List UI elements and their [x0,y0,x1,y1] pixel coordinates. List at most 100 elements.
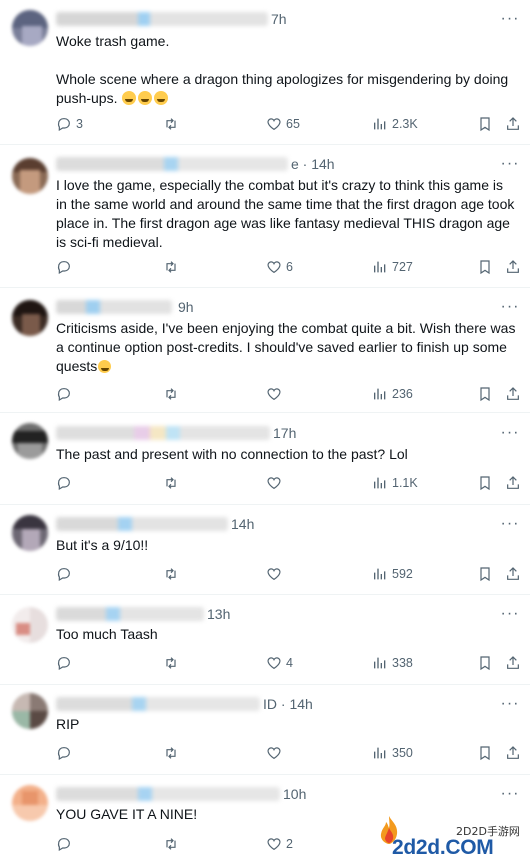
like-button[interactable] [266,473,286,493]
bookmark-icon [480,746,490,761]
tweet-text: The past and present with no connection … [56,446,408,462]
bookmark-button[interactable] [477,384,493,404]
tweet[interactable]: 7h ··· Woke trash game. Whole scene wher… [0,0,530,145]
more-options-icon[interactable]: ··· [501,154,519,174]
views-button[interactable]: 727 [372,257,413,277]
tweet-text: Woke trash game. Whole scene where a dra… [56,33,509,106]
reply-button[interactable] [56,384,76,404]
share-button[interactable] [505,384,521,404]
share-button[interactable] [505,114,521,134]
share-button[interactable] [505,653,521,673]
repost-icon [166,657,176,669]
share-button[interactable] [505,564,521,584]
like-button[interactable]: 6 [266,257,293,277]
reply-button[interactable] [56,257,76,277]
reply-icon [57,477,70,491]
username-redacted[interactable] [56,426,270,440]
tweet[interactable]: 13h ··· Too much Taash 4 338 [0,595,530,685]
share-button[interactable] [505,743,521,763]
like-button[interactable] [266,564,286,584]
like-button[interactable] [266,743,286,763]
repost-button[interactable] [163,114,183,134]
avatar[interactable] [12,10,48,46]
avatar[interactable] [12,607,48,643]
more-options-icon[interactable]: ··· [501,784,519,804]
username-redacted[interactable] [56,300,172,314]
timestamp[interactable]: ID · 14h [263,696,313,712]
share-button[interactable] [505,473,521,493]
repost-button[interactable] [163,653,183,673]
bookmark-button[interactable] [477,473,493,493]
more-options-icon[interactable]: ··· [501,9,519,29]
avatar[interactable] [12,693,48,729]
username-redacted[interactable] [56,12,268,26]
more-options-icon[interactable]: ··· [501,423,519,443]
avatar[interactable] [12,515,48,551]
timestamp[interactable]: 17h [273,425,296,441]
like-button[interactable]: 65 [266,114,300,134]
timestamp[interactable]: 9h [178,299,194,315]
tweet[interactable]: 17h ··· The past and present with no con… [0,413,530,505]
username-redacted[interactable] [56,697,260,711]
repost-button[interactable] [163,257,183,277]
repost-button[interactable] [163,384,183,404]
repost-button[interactable] [163,743,183,763]
tweet[interactable]: e · 14h ··· I love the game, especially … [0,145,530,288]
repost-button[interactable] [163,564,183,584]
view-count: 592 [392,567,413,581]
like-button[interactable]: 4 [266,653,293,673]
bookmark-button[interactable] [477,257,493,277]
tweet-text: RIP [56,716,80,732]
more-options-icon[interactable]: ··· [501,694,519,714]
repost-button[interactable] [163,473,183,493]
share-button[interactable] [505,257,521,277]
views-chart-icon [374,657,386,669]
bookmark-icon [480,117,490,132]
reply-button[interactable]: 3 [56,114,83,134]
tweet-header: e · 14h [56,154,490,174]
like-button[interactable]: 2 [266,834,293,854]
views-button[interactable]: 236 [372,384,413,404]
username-redacted[interactable] [56,787,280,801]
avatar[interactable] [12,785,48,821]
bookmark-button[interactable] [477,743,493,763]
reply-icon [57,657,70,671]
more-options-icon[interactable]: ··· [501,604,519,624]
timestamp[interactable]: e · 14h [291,156,335,172]
like-count: 65 [286,117,300,131]
heart-icon [267,118,281,131]
avatar[interactable] [12,158,48,194]
like-button[interactable] [266,384,286,404]
timestamp[interactable]: 7h [271,11,287,27]
more-options-icon[interactable]: ··· [501,514,519,534]
views-button[interactable]: 2.3K [372,114,418,134]
views-button[interactable]: 338 [372,653,413,673]
reply-button[interactable] [56,564,76,584]
reply-button[interactable] [56,653,76,673]
watermark-domain: 2d2d.COM [392,836,494,859]
view-count: 338 [392,656,413,670]
username-redacted[interactable] [56,517,228,531]
timestamp[interactable]: 14h [231,516,254,532]
timestamp[interactable]: 10h [283,786,306,802]
bookmark-button[interactable] [477,114,493,134]
reply-button[interactable] [56,834,76,854]
repost-button[interactable] [163,834,183,854]
reply-button[interactable] [56,743,76,763]
avatar[interactable] [12,300,48,336]
more-options-icon[interactable]: ··· [501,297,519,317]
username-redacted[interactable] [56,607,204,621]
avatar[interactable] [12,423,48,459]
username-redacted[interactable] [56,157,288,171]
tweet[interactable]: 9h ··· Criticisms aside, I've been enjoy… [0,288,530,413]
bookmark-button[interactable] [477,564,493,584]
reply-button[interactable] [56,473,76,493]
views-button[interactable]: 350 [372,743,413,763]
views-button[interactable]: 1.1K [372,473,418,493]
views-button[interactable]: 592 [372,564,413,584]
bookmark-button[interactable] [477,653,493,673]
tweet[interactable]: 14h ··· But it's a 9/10!! 592 [0,505,530,595]
timestamp[interactable]: 13h [207,606,230,622]
tweet[interactable]: ID · 14h ··· RIP 350 [0,685,530,775]
tweet-actions: 3 65 2.3K [56,114,522,134]
